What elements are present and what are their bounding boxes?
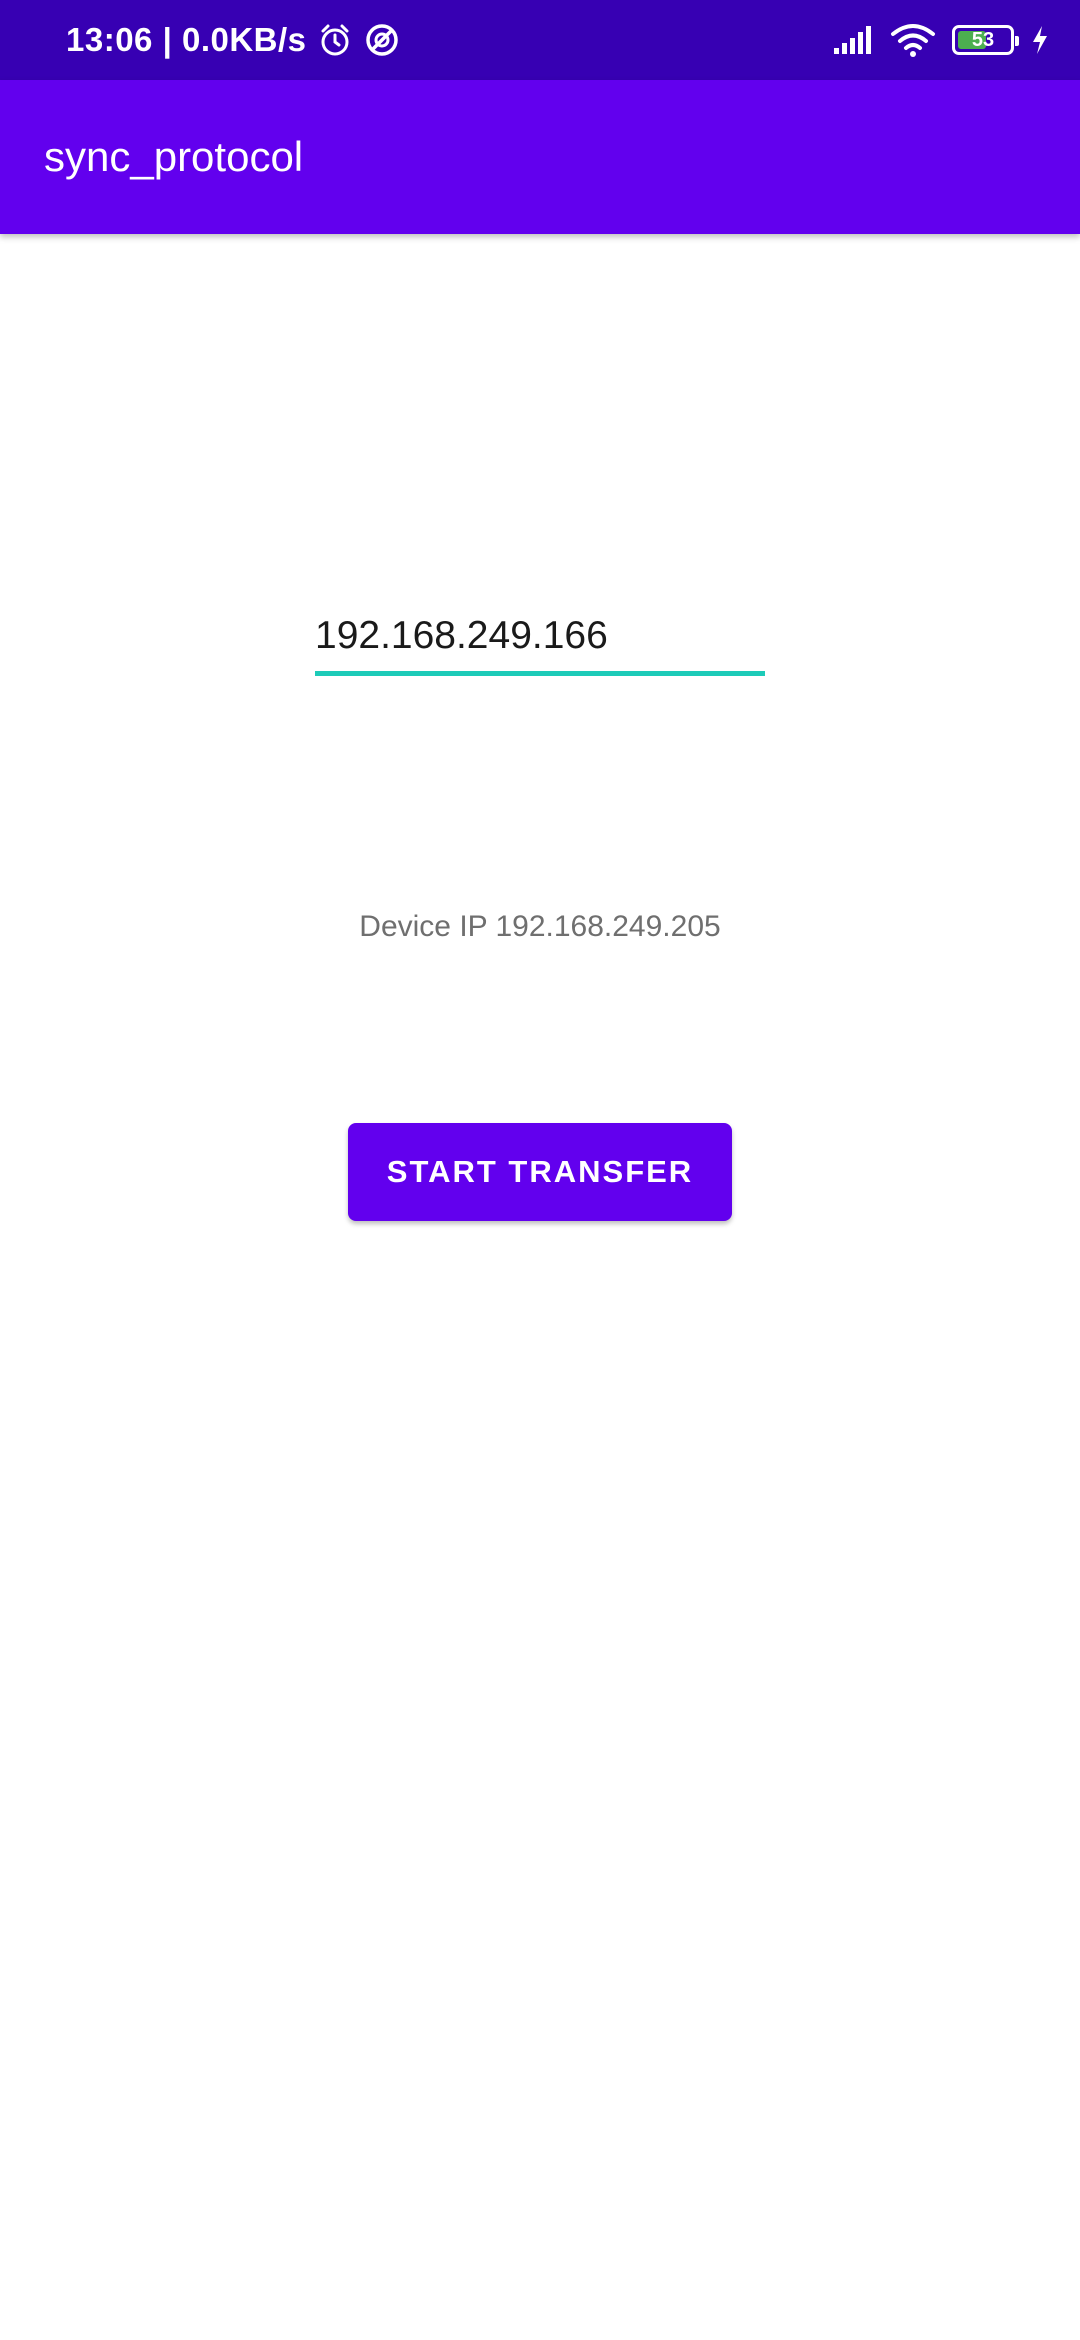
status-bar: 13:06 | 0.0KB/s 53: [0, 0, 1080, 80]
ip-input-container: [315, 600, 765, 676]
status-time-speed: 13:06 | 0.0KB/s: [66, 21, 307, 58]
alarm-icon: [317, 22, 353, 58]
no-disturb-icon: [363, 21, 401, 59]
device-ip-label: Device IP 192.168.249.205: [359, 910, 721, 943]
battery-icon: 53: [952, 25, 1019, 55]
signal-icon: [832, 24, 874, 56]
status-right: 53: [832, 0, 1050, 80]
battery-level: 53: [971, 28, 995, 51]
charging-icon: [1030, 24, 1050, 56]
app-bar: sync_protocol: [0, 80, 1080, 234]
app-title: sync_protocol: [44, 133, 304, 180]
app-screen: 13:06 | 0.0KB/s 53 sync_protocol 192.168…: [0, 0, 1080, 2340]
start-transfer-button[interactable]: START TRANSFER: [348, 1123, 732, 1221]
wifi-icon: [890, 22, 936, 58]
ip-input-underline: [315, 671, 765, 676]
ip-address-input[interactable]: [315, 600, 765, 672]
status-left: 13:06 | 0.0KB/s: [66, 0, 401, 80]
